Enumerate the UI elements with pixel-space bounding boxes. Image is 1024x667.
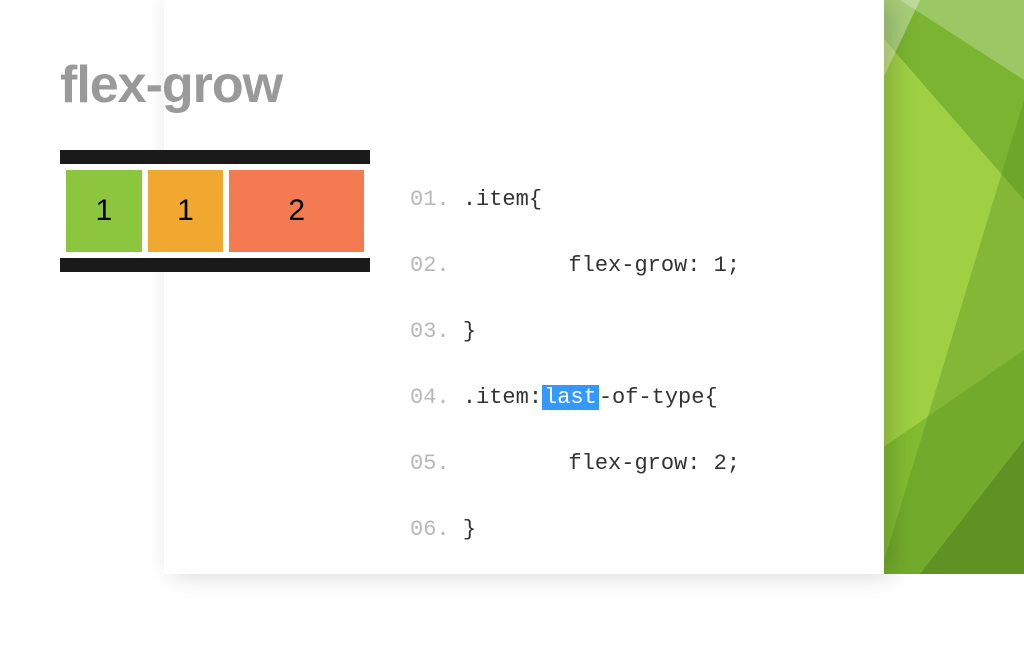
line-number: 02. [410,253,450,278]
flex-demo-container: 1 1 2 [60,150,370,272]
code-line: 05. flex-grow: 2; [410,447,740,480]
line-number: 03. [410,319,450,344]
code-text: .item{ [463,187,542,212]
line-number: 06. [410,517,450,542]
line-number: 05. [410,451,450,476]
code-text: .item: [463,385,542,410]
flex-item-1: 1 [66,170,142,252]
code-text: flex-grow: 2; [463,451,740,476]
code-line: 06. } [410,513,740,546]
code-block: 01. .item{ 02. flex-grow: 1; 03. } 04. .… [410,150,740,612]
code-text: -of-type{ [599,385,718,410]
code-line: 01. .item{ [410,183,740,216]
code-line: 03. } [410,315,740,348]
code-line: 02. flex-grow: 1; [410,249,740,282]
line-number: 04. [410,385,450,410]
code-text: } [463,319,476,344]
slide-title: flex-grow [60,55,964,115]
demo-bar-bottom [60,258,370,272]
flex-item-2: 1 [148,170,224,252]
demo-flex-row: 1 1 2 [60,164,370,258]
code-text: } [463,517,476,542]
flex-item-3: 2 [229,170,364,252]
demo-bar-top [60,150,370,164]
line-number: 01. [410,187,450,212]
content-row: 1 1 2 01. .item{ 02. flex-grow: 1; 03. }… [60,150,964,612]
code-text: flex-grow: 1; [463,253,740,278]
code-highlight: last [542,385,599,410]
code-line: 04. .item:last-of-type{ [410,381,740,414]
